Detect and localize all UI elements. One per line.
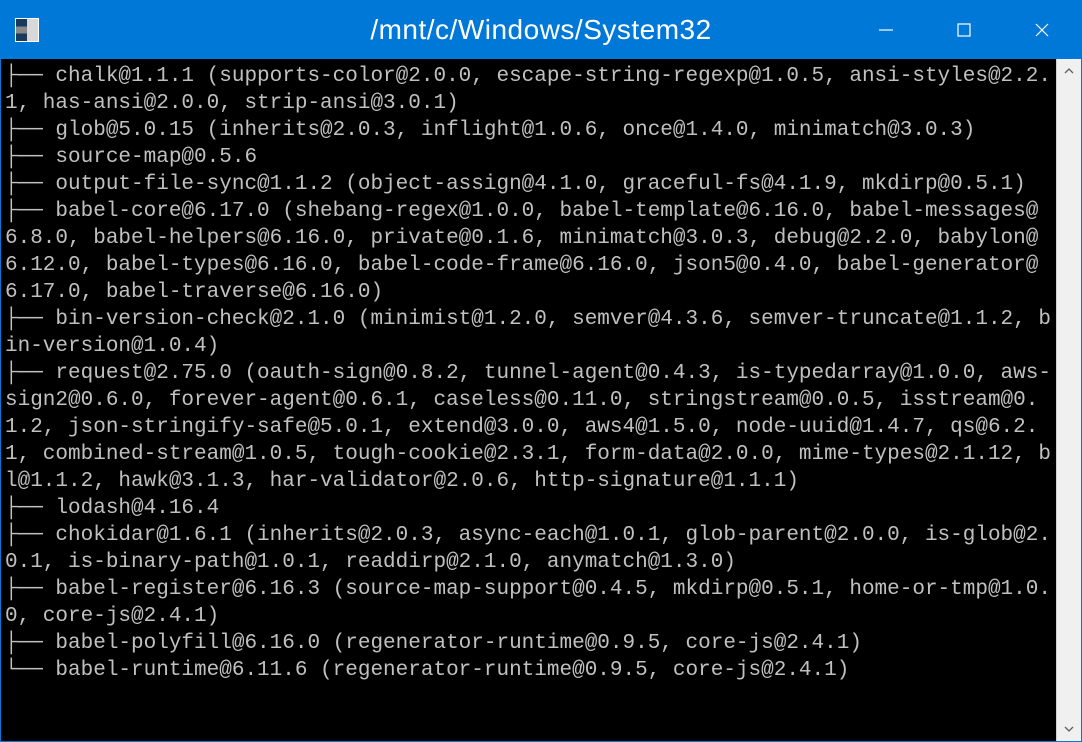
scroll-up-button[interactable] (1057, 59, 1081, 83)
close-button[interactable] (1003, 1, 1081, 59)
window-controls (847, 1, 1081, 59)
client-area: ├── chalk@1.1.1 (supports-color@2.0.0, e… (1, 59, 1081, 741)
minimize-button[interactable] (847, 1, 925, 59)
titlebar[interactable]: /mnt/c/Windows/System32 (1, 1, 1081, 59)
scrollbar-track[interactable] (1057, 83, 1081, 717)
vertical-scrollbar[interactable] (1056, 59, 1081, 741)
terminal-icon (15, 18, 39, 42)
scroll-down-button[interactable] (1057, 717, 1081, 741)
maximize-button[interactable] (925, 1, 1003, 59)
console-window: /mnt/c/Windows/System32 ├── chalk@1.1.1 … (0, 0, 1082, 742)
terminal-output[interactable]: ├── chalk@1.1.1 (supports-color@2.0.0, e… (1, 59, 1056, 741)
